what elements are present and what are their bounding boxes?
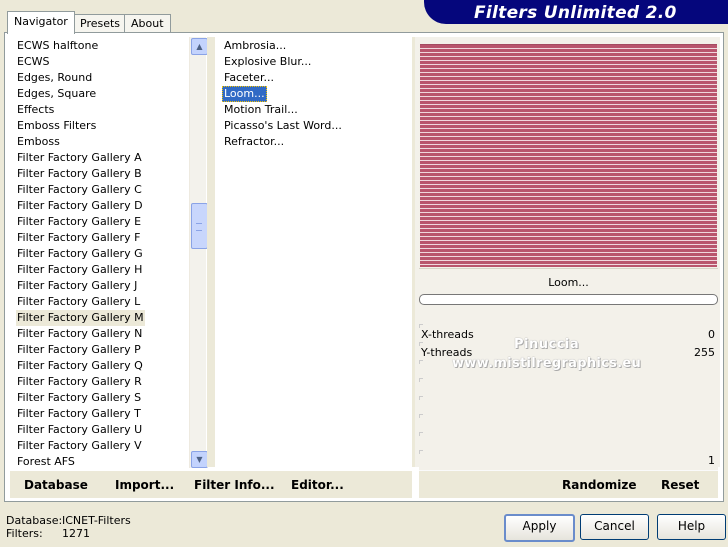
app-title: Filters Unlimited 2.0 [474,3,677,23]
category-item[interactable]: Filter Factory Gallery S [16,390,142,406]
apply-button[interactable]: Apply [504,514,575,542]
filter-item[interactable]: Ambrosia... [222,38,288,54]
watermark-url: www.mistilregraphics.eu [452,356,642,371]
category-item[interactable]: Filter Factory Gallery M [16,310,145,326]
parameter-value: 0 [708,328,715,341]
parameter-row[interactable]: 1 [419,450,718,471]
category-item[interactable]: Filter Factory Gallery G [16,246,144,262]
category-item[interactable]: Filter Factory Gallery J [16,278,138,294]
category-item[interactable]: Edges, Square [16,86,97,102]
filters-count-label: Filters: [6,527,43,540]
parameter-row[interactable] [419,414,718,435]
category-item[interactable]: Filter Factory Gallery Q [16,358,144,374]
category-item[interactable]: Filter Factory Gallery A [16,150,143,166]
cancel-button[interactable]: Cancel [580,514,649,540]
category-item[interactable]: Filter Factory Gallery R [16,374,143,390]
watermark-name: Pinuccia [514,337,580,352]
category-item[interactable]: Filter Factory Gallery C [16,182,143,198]
row-marker [419,432,423,436]
category-item[interactable]: Filter Factory Gallery L [16,294,141,310]
category-item[interactable]: Forest AFS [16,454,76,470]
preview-filter-label: Loom... [548,276,589,289]
filter-item[interactable]: Faceter... [222,70,276,86]
row-marker [419,378,423,382]
category-item[interactable]: Emboss [16,134,61,150]
filters-count-value: 1271 [62,527,90,540]
tab-presets[interactable]: Presets [73,14,128,33]
tab-navigator[interactable]: Navigator [7,11,75,34]
editor-button[interactable]: Editor... [291,478,344,492]
progress-bar [419,294,718,305]
category-scrollbar[interactable]: ▲ ▼ [189,37,208,468]
row-marker [419,360,423,364]
category-item[interactable]: Filter Factory Gallery P [16,342,142,358]
category-list[interactable]: ECWS halftone ECWS Edges, Round Edges, Squa… [10,36,190,470]
parameter-value: 255 [694,346,715,359]
scroll-thumb[interactable] [191,203,208,249]
category-item[interactable]: ECWS halftone [16,38,99,54]
database-label: Database: [6,514,63,527]
parameter-row[interactable] [419,378,718,399]
category-item[interactable]: Filter Factory Gallery T [16,406,142,422]
filter-item[interactable]: Loom... [222,86,267,102]
filter-item[interactable]: Refractor... [222,134,286,150]
filter-info-button[interactable]: Filter Info... [194,478,275,492]
parameter-value: 1 [708,454,715,467]
filter-item[interactable]: Motion Trail... [222,102,300,118]
category-item[interactable]: Filter Factory Gallery N [16,326,143,342]
category-item[interactable]: Filter Factory Gallery U [16,422,143,438]
category-item[interactable]: Edges, Round [16,70,93,86]
scroll-up-button[interactable]: ▲ [191,38,208,55]
filter-preview [420,44,717,267]
randomize-button[interactable]: Randomize [562,478,636,492]
category-item[interactable]: Filter Factory Gallery E [16,214,142,230]
category-item[interactable]: Filter Factory Gallery V [16,438,143,454]
filter-item[interactable]: Explosive Blur... [222,54,313,70]
scroll-down-button[interactable]: ▼ [191,451,208,468]
category-item[interactable]: Filter Factory Gallery H [16,262,143,278]
row-marker [419,396,423,400]
reset-button[interactable]: Reset [661,478,699,492]
category-item[interactable]: ECWS [16,54,51,70]
category-item[interactable]: Filter Factory Gallery F [16,230,141,246]
parameter-row[interactable] [419,432,718,453]
category-item[interactable]: Filter Factory Gallery B [16,166,143,182]
help-button[interactable]: Help [657,514,726,540]
database-value: ICNET-Filters [62,514,131,527]
category-item[interactable]: Effects [16,102,55,118]
list-divider [207,37,215,467]
import-button[interactable]: Import... [115,478,174,492]
category-item[interactable]: Emboss Filters [16,118,97,134]
row-marker [419,414,423,418]
database-button[interactable]: Database [24,478,88,492]
divider [419,268,718,269]
category-item[interactable]: Filter Factory Gallery D [16,198,144,214]
row-marker [419,450,423,454]
tab-about[interactable]: About [124,14,171,33]
filter-item[interactable]: Picasso's Last Word... [222,118,344,134]
parameter-label: X-threads [421,328,474,341]
parameter-row[interactable] [419,396,718,417]
